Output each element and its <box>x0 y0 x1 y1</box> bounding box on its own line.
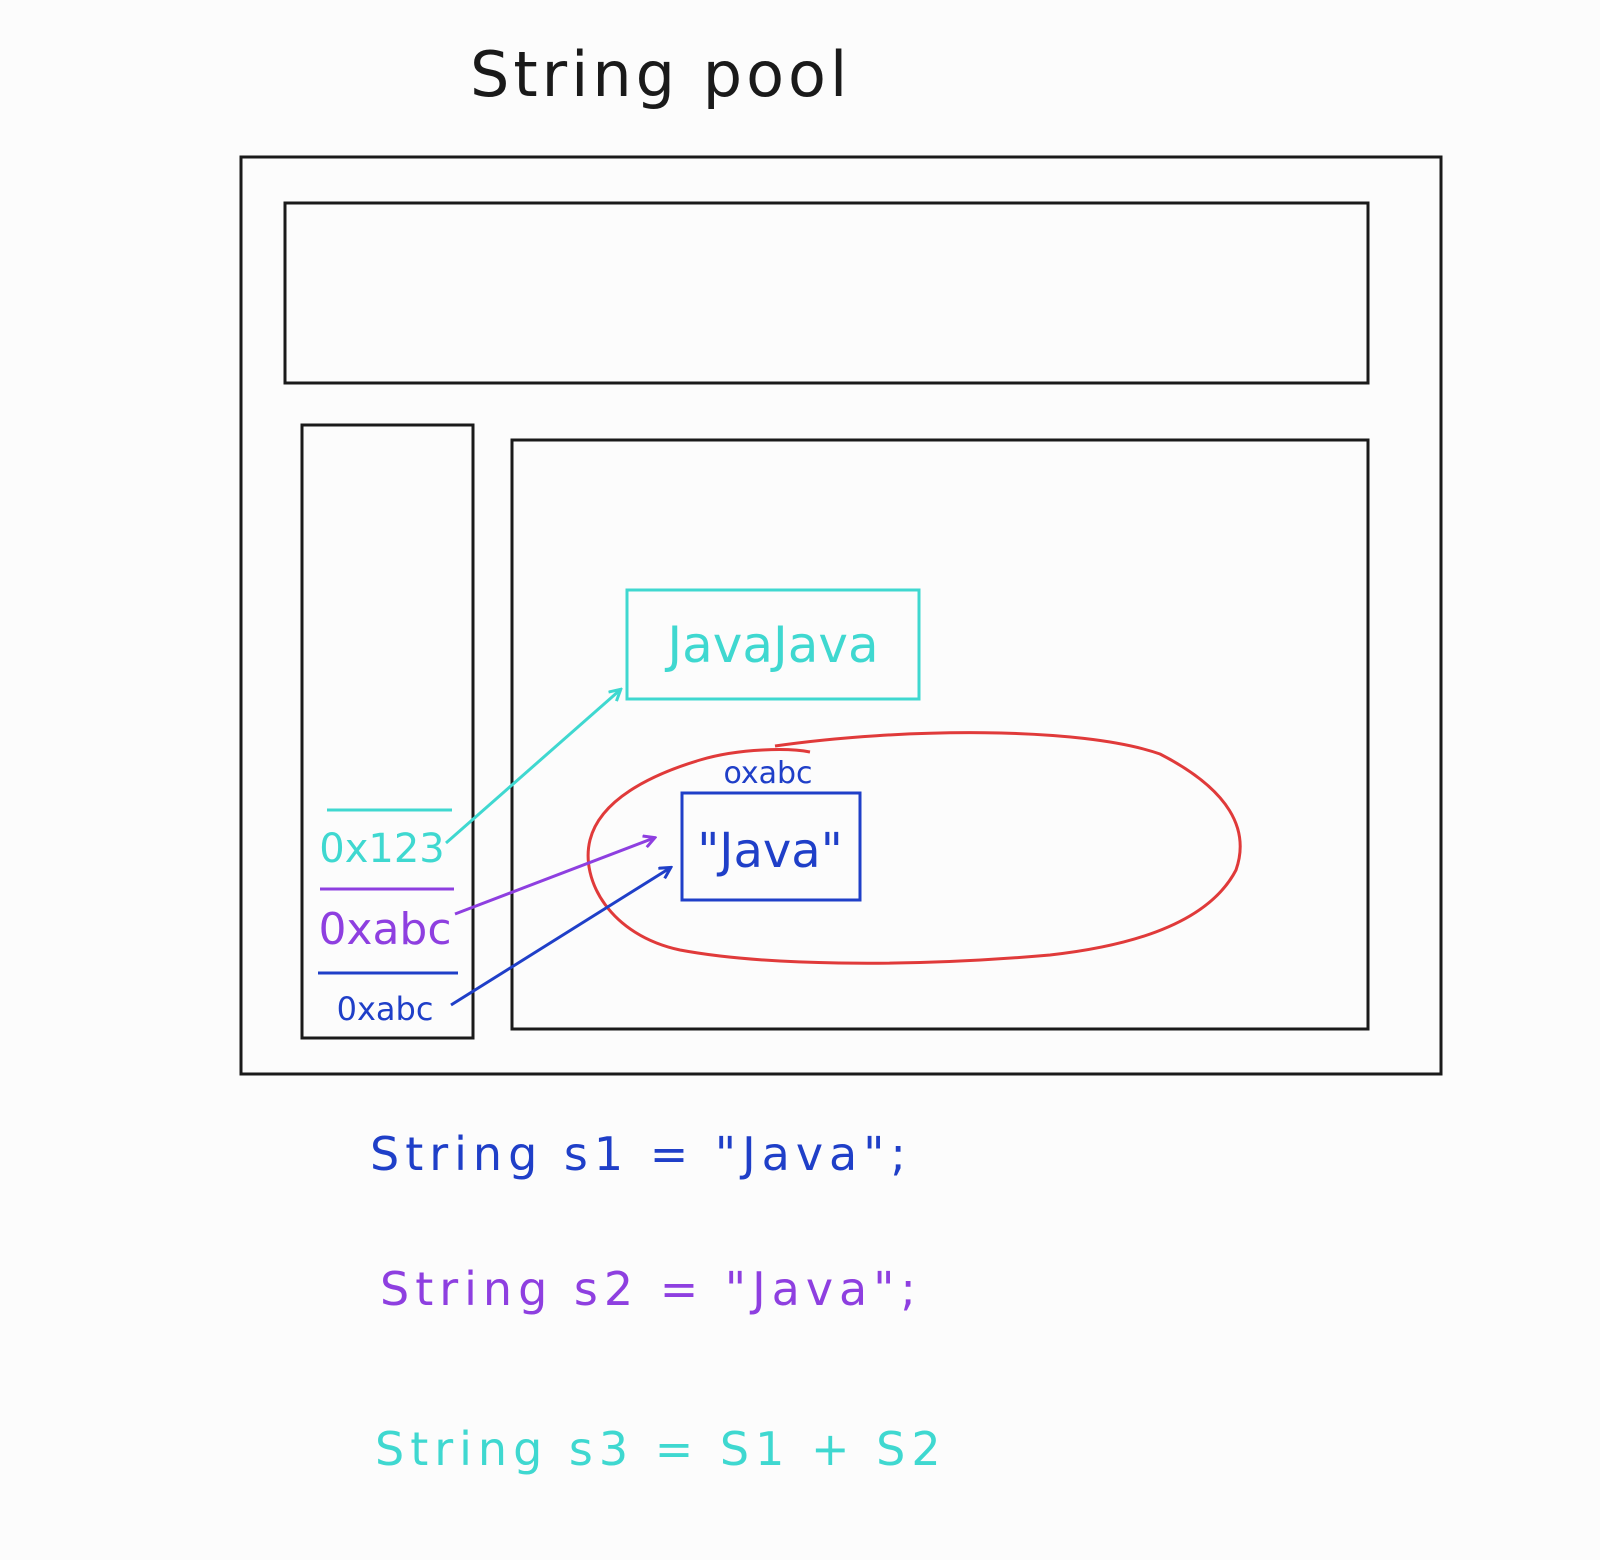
diagram-title: String pool <box>470 38 851 111</box>
heap-box <box>510 438 1370 1031</box>
reference-arrow-s2 <box>454 838 654 916</box>
string-pool-diagram: String pool JavaJava oxabc "Java" 0x123 … <box>239 38 1443 1476</box>
stack-entry-s1-address: 0xabc <box>337 990 434 1028</box>
reference-arrow-s1 <box>450 868 670 1007</box>
code-line-s2: String s2 = "Java"; <box>380 1262 922 1316</box>
pool-object-address: oxabc <box>723 756 812 791</box>
string-pool-outline <box>586 731 1242 965</box>
code-line-s1: String s1 = "Java"; <box>370 1127 912 1181</box>
pool-object-value: "Java" <box>697 823 843 879</box>
stack-entry-s3-address: 0x123 <box>319 826 444 872</box>
stack-entry-s2-address: 0xabc <box>318 904 451 955</box>
code-line-s3: String s3 = S1 + S2 <box>375 1422 947 1476</box>
top-area-box <box>283 201 1370 385</box>
concat-object-value: JavaJava <box>664 616 878 674</box>
